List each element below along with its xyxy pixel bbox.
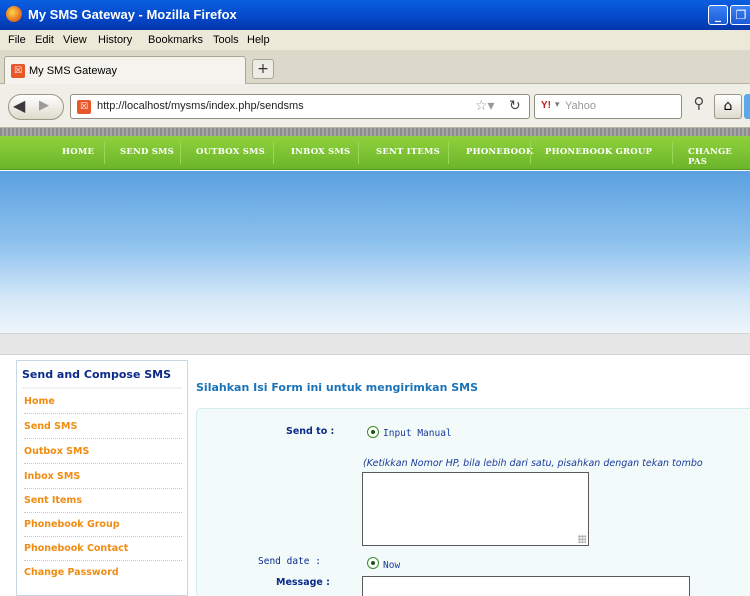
nav-phonebook-group[interactable]: PHONEBOOK GROUP (545, 147, 652, 157)
sidebar-item-phonebook-group[interactable]: Phonebook Group (24, 513, 182, 537)
maximize-button[interactable]: ❐ (730, 5, 750, 25)
nav-change-password[interactable]: CHANGE PAS (688, 147, 750, 167)
tab-label: My SMS Gateway (29, 65, 118, 77)
sidebar-title: Send and Compose SMS (22, 368, 172, 381)
sidebar: Send and Compose SMS Home Send SMS Outbo… (16, 360, 188, 596)
page-heading: Silahkan Isi Form ini untuk mengirimkan … (196, 381, 479, 394)
site-favicon-icon: ☒ (77, 100, 91, 114)
firefox-icon (6, 6, 22, 22)
search-placeholder: Yahoo (565, 100, 596, 112)
nav-sent-items[interactable]: SENT ITEMS (376, 147, 440, 157)
nav-phonebook[interactable]: PHONEBOOK (466, 147, 533, 157)
sidebar-item-outbox-sms[interactable]: Outbox SMS (24, 440, 182, 464)
message-textarea[interactable] (362, 576, 690, 596)
nav-send-sms[interactable]: SEND SMS (120, 147, 174, 157)
menu-file[interactable]: File (8, 34, 26, 46)
window-titlebar: My SMS Gateway - Mozilla Firefox _ ❐ (0, 0, 750, 30)
input-manual-label: Input Manual (383, 428, 452, 439)
tab-bar: ☒ My SMS Gateway + (0, 50, 750, 84)
back-arrow-icon[interactable]: ◀ (13, 96, 25, 115)
site-navigation: HOME SEND SMS OUTBOX SMS INBOX SMS SENT … (0, 136, 750, 170)
search-box[interactable]: Y! ▾ Yahoo (534, 94, 682, 119)
nav-home[interactable]: HOME (62, 147, 94, 157)
sidebar-item-phonebook-contact[interactable]: Phonebook Contact (24, 537, 182, 561)
header-banner (0, 171, 750, 333)
page-top-strip (0, 128, 750, 136)
site-favicon-icon: ☒ (11, 64, 25, 78)
sidebar-item-change-password[interactable]: Change Password (24, 561, 182, 585)
new-tab-button[interactable]: + (252, 59, 274, 79)
resize-grip-icon[interactable] (578, 535, 586, 543)
phone-numbers-textarea[interactable] (362, 472, 589, 546)
url-text[interactable]: http://localhost/mysms/index.php/sendsms (97, 100, 304, 112)
menu-bar: File Edit View History Bookmarks Tools H… (0, 30, 750, 50)
minimize-button[interactable]: _ (708, 5, 728, 25)
content-divider (0, 333, 750, 355)
menu-bookmarks[interactable]: Bookmarks (148, 34, 203, 46)
send-date-label: Send date : (258, 556, 321, 567)
phone-number-hint: (Ketikkan Nomor HP, bila lebih dari satu… (363, 458, 703, 469)
menu-view[interactable]: View (63, 34, 87, 46)
input-manual-radio[interactable] (367, 426, 379, 438)
send-now-label: Now (383, 560, 401, 571)
sidebar-item-sent-items[interactable]: Sent Items (24, 489, 182, 513)
tab-my-sms-gateway[interactable]: ☒ My SMS Gateway (4, 56, 246, 84)
menu-tools[interactable]: Tools (213, 34, 239, 46)
reload-icon[interactable]: ↻ (509, 98, 521, 114)
address-bar[interactable]: ☒ http://localhost/mysms/index.php/sends… (70, 94, 530, 119)
yahoo-logo-icon[interactable]: Y! (541, 100, 551, 111)
bookmark-star-icon[interactable]: ☆▾ (475, 98, 495, 114)
menu-edit[interactable]: Edit (35, 34, 54, 46)
sidebar-item-inbox-sms[interactable]: Inbox SMS (24, 465, 182, 489)
home-button-icon[interactable]: ⌂ (714, 94, 742, 119)
forward-arrow-icon[interactable]: ▶ (39, 98, 49, 113)
menu-history[interactable]: History (98, 34, 132, 46)
menu-help[interactable]: Help (247, 34, 270, 46)
message-label: Message : (276, 577, 330, 588)
back-forward-buttons[interactable]: ◀ ▶ (8, 94, 64, 120)
send-to-label: Send to : (286, 426, 335, 437)
sidebar-item-send-sms[interactable]: Send SMS (24, 415, 182, 439)
send-now-radio[interactable] (367, 557, 379, 569)
sidebar-item-home[interactable]: Home (24, 390, 182, 414)
search-magnifier-icon[interactable]: ⚲ (688, 94, 710, 116)
dropdown-icon[interactable]: ▾ (555, 100, 560, 110)
window-title: My SMS Gateway - Mozilla Firefox (28, 7, 237, 22)
nav-inbox-sms[interactable]: INBOX SMS (291, 147, 350, 157)
addon-icon[interactable] (744, 94, 750, 119)
nav-outbox-sms[interactable]: OUTBOX SMS (196, 147, 265, 157)
navigation-toolbar: ◀ ▶ ☒ http://localhost/mysms/index.php/s… (0, 84, 750, 128)
